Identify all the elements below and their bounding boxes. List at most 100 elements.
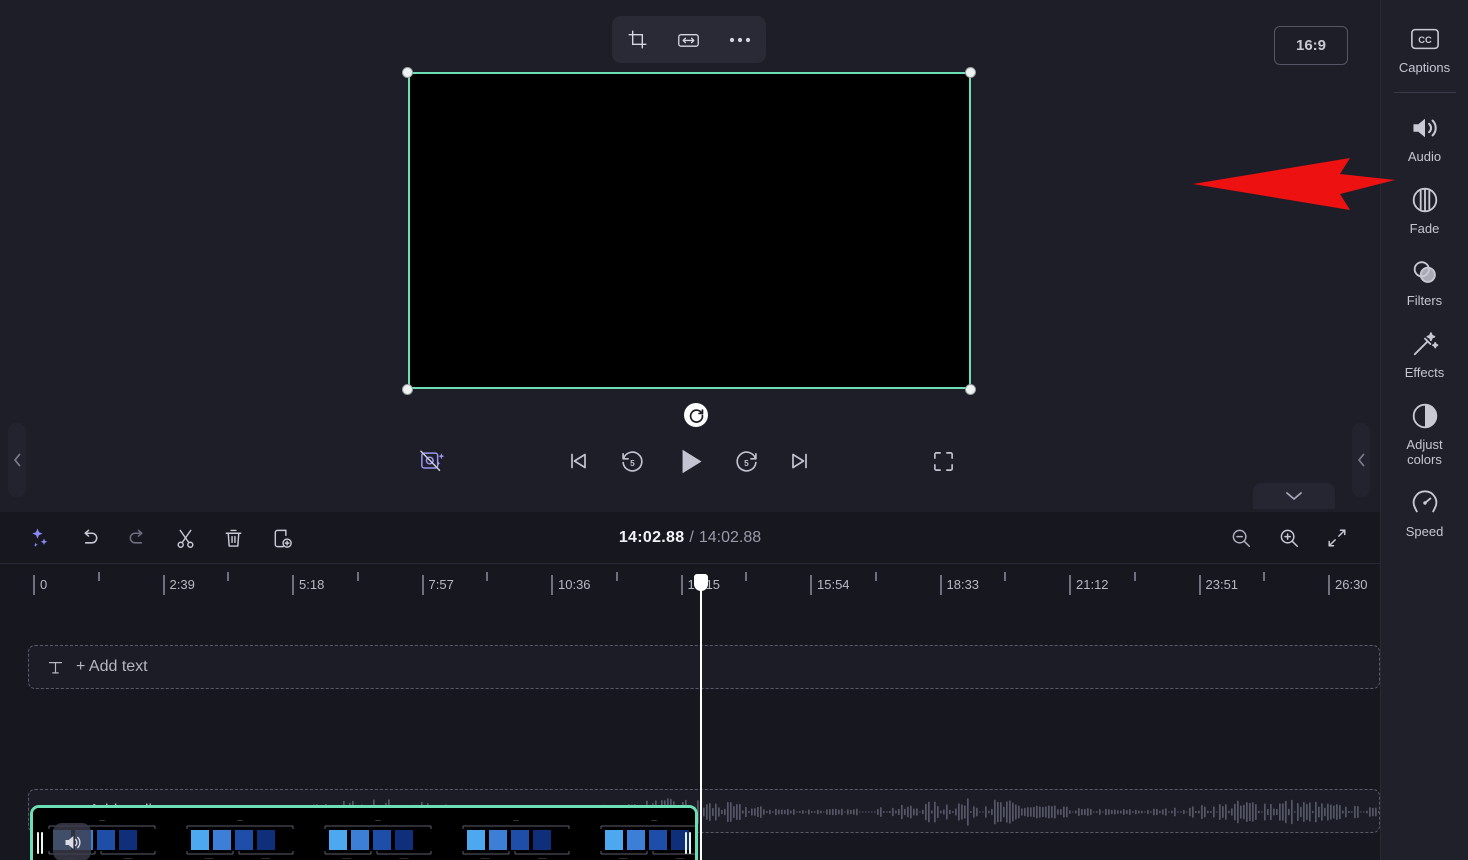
rewind-5-icon[interactable]: 5 — [611, 440, 653, 482]
clip-trim-handle-left[interactable] — [33, 808, 47, 860]
sidebar-item-filters[interactable]: Filters — [1385, 247, 1465, 315]
clip-thumbnail: ––————— —— —— — ——— —— — [171, 808, 309, 860]
ruler-tick-minor — [1133, 572, 1136, 581]
ruler-tick-major — [162, 575, 165, 595]
ruler-tick-label: 5:18 — [299, 577, 325, 592]
ruler-tick-major — [810, 575, 812, 595]
ruler-tick-label: 21:12 — [1076, 577, 1109, 592]
fit-width-icon[interactable] — [670, 23, 708, 57]
clip-thumbnail: ––————— —— —— — ——— —— — [309, 808, 447, 860]
ruler-tick-minor — [615, 572, 618, 581]
ruler-tick-label: 7:57 — [428, 577, 454, 592]
svg-text:––: –– — [237, 818, 243, 824]
play-icon[interactable] — [668, 438, 714, 484]
resize-handle-top-right[interactable] — [965, 67, 976, 78]
duplicate-icon[interactable] — [265, 521, 299, 555]
redo-icon[interactable] — [120, 521, 154, 555]
ruler-tick-label: 10:36 — [558, 577, 591, 592]
add-text-label: + Add text — [76, 658, 148, 675]
ruler-tick-minor — [227, 572, 230, 581]
sidebar-item-effects[interactable]: Effects — [1385, 319, 1465, 387]
contrast-icon — [1411, 399, 1439, 433]
current-time: 14:02.88 — [618, 529, 685, 546]
zoom-out-icon[interactable] — [1224, 521, 1258, 555]
resize-handle-bottom-left[interactable] — [402, 384, 413, 395]
timeline-tracks: + Add text + Add audio ––————— —— —— — —… — [0, 608, 1380, 860]
add-text-track[interactable]: + Add text — [28, 645, 1380, 689]
svg-text:——: —— — [205, 856, 215, 860]
zoom-in-icon[interactable] — [1272, 521, 1306, 555]
closed-captions-icon: CC — [1410, 22, 1440, 56]
ruler-tick-label: 15:54 — [817, 577, 850, 592]
preview-area: 16:9 5 5 — [0, 0, 1380, 512]
sidebar-item-fade[interactable]: Fade — [1385, 175, 1465, 243]
aspect-ratio-label: 16:9 — [1295, 37, 1327, 54]
ruler-tick-minor — [97, 572, 100, 581]
ruler-tick-major — [680, 575, 683, 595]
sidebar-item-adjust-colors[interactable]: Adjust colors — [1385, 391, 1465, 474]
fullscreen-icon[interactable] — [922, 440, 964, 482]
clip-thumbnail: ––————— —— —— — ——— —— — [447, 808, 585, 860]
skip-to-end-icon[interactable] — [779, 440, 821, 482]
clip-trim-handle-right[interactable] — [681, 808, 695, 860]
ruler-tick-major — [421, 575, 424, 595]
sidebar-item-speed[interactable]: Speed — [1385, 478, 1465, 546]
ruler-tick-minor — [874, 572, 877, 581]
sidebar-item-effects-label: Effects — [1404, 364, 1445, 380]
magic-ai-icon[interactable] — [23, 521, 57, 555]
svg-text:——: —— — [481, 856, 491, 860]
magic-wand-icon — [1411, 327, 1439, 361]
delete-icon[interactable] — [216, 521, 250, 555]
collapse-left-panel-button[interactable] — [8, 423, 26, 497]
video-preview-canvas[interactable] — [408, 72, 971, 389]
svg-text:––: –– — [513, 818, 519, 824]
total-time: 14:02.88 — [698, 529, 762, 546]
skip-to-start-icon[interactable] — [557, 440, 599, 482]
resize-handle-top-left[interactable] — [402, 67, 413, 78]
ruler-tick-major — [292, 575, 294, 595]
collapse-timeline-button[interactable] — [1253, 483, 1335, 509]
text-icon — [47, 659, 64, 676]
rotate-handle[interactable] — [684, 403, 708, 427]
ruler-tick-major — [33, 575, 35, 595]
timeline-time-display: 14:02.88 / 14:02.88 — [0, 512, 1380, 564]
video-clip[interactable]: ––————— —— —— — ——— ——––————— —— —— — ——… — [30, 805, 698, 860]
volume-icon[interactable] — [53, 823, 91, 860]
svg-text:––: –– — [651, 818, 657, 824]
svg-text:——: —— — [400, 856, 410, 860]
ruler-tick-label: 2:39 — [169, 577, 195, 592]
undo-icon[interactable] — [72, 521, 106, 555]
preview-floating-toolbar — [612, 16, 766, 63]
resize-handle-bottom-right[interactable] — [965, 384, 976, 395]
more-options-icon[interactable] — [721, 23, 759, 57]
fit-timeline-icon[interactable] — [1320, 521, 1354, 555]
ruler-tick-label: 13:15 — [687, 577, 721, 592]
ruler-tick-minor — [745, 572, 748, 581]
time-separator: / — [689, 529, 694, 546]
forward-5-icon[interactable]: 5 — [725, 440, 767, 482]
remove-background-icon[interactable] — [412, 440, 454, 482]
timeline-panel: 14:02.88 / 14:02.88 0 2:39 5:18 7:57 10:… — [0, 512, 1395, 860]
sidebar-item-adjust-colors-label: Adjust colors — [1406, 436, 1443, 467]
sidebar-item-filters-label: Filters — [1406, 292, 1443, 308]
svg-text:——: —— — [538, 856, 548, 860]
sidebar-item-captions[interactable]: CC Captions — [1385, 14, 1465, 82]
sidebar-item-captions-label: Captions — [1398, 60, 1451, 75]
collapse-right-panel-button[interactable] — [1352, 423, 1370, 497]
ruler-tick-minor — [1004, 572, 1007, 581]
sidebar-item-audio[interactable]: Audio — [1385, 103, 1465, 171]
crop-icon[interactable] — [619, 23, 657, 57]
ruler-tick-label: 23:51 — [1205, 577, 1239, 592]
svg-text:——: —— — [343, 856, 353, 860]
ruler-tick-major — [1069, 575, 1071, 595]
svg-text:5: 5 — [630, 457, 635, 467]
svg-text:5: 5 — [744, 457, 749, 467]
ruler-tick-minor — [486, 572, 489, 581]
ruler-tick-label: 0 — [40, 577, 48, 592]
clipchamp-editor: 16:9 5 5 14:02.88 / 14:02.88 0 2:39 5:18… — [0, 0, 1468, 860]
aspect-ratio-button[interactable]: 16:9 — [1274, 26, 1348, 65]
ruler-tick-label: 18:33 — [946, 577, 980, 592]
timeline-ruler[interactable]: 0 2:39 5:18 7:57 10:36 13:15 15:54 18:33 21:12 23… — [0, 564, 1395, 608]
ruler-tick-minor — [1263, 572, 1266, 581]
split-icon[interactable] — [168, 521, 202, 555]
